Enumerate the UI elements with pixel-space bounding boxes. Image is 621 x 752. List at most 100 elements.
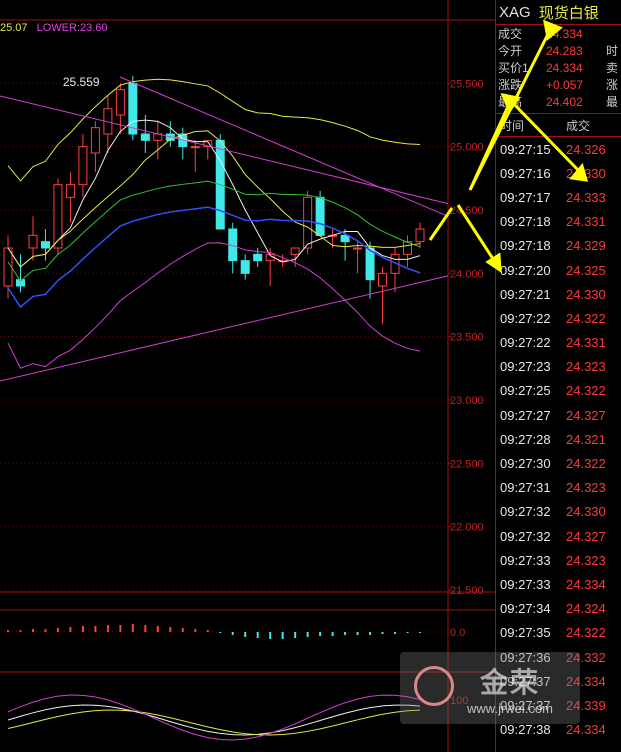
candle-body <box>40 241 50 249</box>
boll-lower-line <box>7 242 421 369</box>
quote-symbol: XAG <box>499 3 531 21</box>
tick-time: 09:27:28 <box>500 431 551 447</box>
tick-row: 09:27:20 24.325 <box>496 258 621 282</box>
candlestick-chart: 25.500 25.000 24.500 24.000 23.500 23.000 22.5… <box>0 0 495 752</box>
chart-area[interactable]: 25.500 25.000 24.500 24.000 23.500 23.000 22.5… <box>0 0 495 752</box>
candle-body <box>65 184 75 198</box>
tick-time: 09:27:27 <box>500 407 551 423</box>
tick-price: 24.323 <box>566 552 606 568</box>
tick-time: 09:27:34 <box>500 601 551 617</box>
y-tick-label: 25.500 <box>450 78 484 90</box>
tick-row: 09:27:32 24.330 <box>496 500 621 524</box>
tick-price: 24.334 <box>566 722 606 738</box>
tick-list[interactable]: 09:27:15 24.326 09:27:16 24.330 09:27:17 24.3… <box>496 137 621 742</box>
tick-time: 09:27:18 <box>500 214 551 230</box>
trend-line-upper-2 <box>119 76 449 217</box>
quote-row-value: 24.402 <box>546 94 583 109</box>
tick-row: 09:27:15 24.326 <box>496 137 621 161</box>
tick-price: 24.323 <box>566 359 606 375</box>
tick-price: 24.330 <box>566 286 606 302</box>
tick-row: 09:27:22 24.331 <box>496 331 621 355</box>
quote-row: 成交 24.334 <box>496 25 621 42</box>
quote-row-extra: 时 <box>606 44 618 58</box>
macd-axis-label: 0.0 <box>450 627 465 639</box>
tick-time: 09:27:17 <box>500 189 551 205</box>
tick-row: 09:27:23 24.323 <box>496 355 621 379</box>
tick-time: 09:27:32 <box>500 504 551 520</box>
candle-body <box>28 234 38 249</box>
candle-body <box>415 228 425 243</box>
quote-row-label: 成交 <box>498 27 523 41</box>
candle-body <box>190 146 200 149</box>
candle-body <box>115 89 125 116</box>
tick-row: 09:27:18 24.331 <box>496 210 621 234</box>
tick-time: 09:27:21 <box>500 286 551 302</box>
quote-row-label: 最高 <box>498 95 523 109</box>
tick-time: 09:27:22 <box>500 310 551 326</box>
tick-row: 09:27:33 24.323 <box>496 548 621 572</box>
watermark-url: www.jrwei.com <box>467 700 553 716</box>
quote-row: 涨跌 +0.057 涨 <box>496 76 621 93</box>
y-tick-label: 21.500 <box>450 585 484 597</box>
tick-time: 09:27:15 <box>500 141 551 157</box>
y-tick-label: 22.000 <box>450 522 484 534</box>
tick-price: 24.330 <box>566 165 606 181</box>
boll-legend: 25.07 LOWER:23.60 <box>0 22 108 34</box>
quote-row-label: 今开 <box>498 44 523 58</box>
tick-price: 24.325 <box>566 262 606 278</box>
tick-header-time: 时间 <box>500 118 525 133</box>
boll-upper-line <box>7 78 421 182</box>
tick-row: 09:27:27 24.327 <box>496 403 621 427</box>
watermark: 金荣 www.jrwei.com <box>400 652 580 724</box>
tick-price: 24.322 <box>566 383 606 399</box>
candle-body <box>140 133 150 141</box>
tick-row: 09:27:17 24.333 <box>496 185 621 209</box>
y-tick-label: 24.500 <box>450 205 484 217</box>
candle-body <box>340 234 350 243</box>
tick-header-price: 成交 <box>566 118 591 133</box>
quote-header: XAG 现货白银 <box>496 0 621 25</box>
tick-price: 24.322 <box>566 310 606 326</box>
candle-body <box>240 260 250 274</box>
candle-body <box>365 247 375 281</box>
tick-row: 09:27:33 24.334 <box>496 572 621 596</box>
quote-row: 买价1 24.334 卖 <box>496 59 621 76</box>
tick-price: 24.331 <box>566 214 606 230</box>
tick-time: 09:27:32 <box>500 528 551 544</box>
tick-price: 24.321 <box>566 431 606 447</box>
candle-body <box>315 196 325 236</box>
quote-row-label: 买价1 <box>498 61 529 75</box>
tick-price: 24.327 <box>566 528 606 544</box>
quote-row: 今开 24.283 时 <box>496 42 621 59</box>
tick-time: 09:27:35 <box>500 625 551 641</box>
quote-panel: XAG 现货白银 成交 24.334 今开 24.283 时买价1 24.334 卖涨跌 +0… <box>495 0 621 752</box>
tick-row: 09:27:34 24.324 <box>496 597 621 621</box>
tick-time: 09:27:16 <box>500 165 551 181</box>
tick-price: 24.323 <box>566 480 606 496</box>
quote-row-extra: 涨 <box>606 78 618 92</box>
tick-price: 24.326 <box>566 141 606 157</box>
candle-body <box>353 247 363 250</box>
tick-time: 09:27:38 <box>500 722 551 738</box>
tick-time: 09:27:20 <box>500 262 551 278</box>
tick-row: 09:27:30 24.322 <box>496 451 621 475</box>
watermark-logo-icon <box>414 666 454 706</box>
tick-time: 09:27:30 <box>500 456 551 472</box>
tick-price: 24.329 <box>566 238 606 254</box>
y-tick-label: 23.500 <box>450 332 484 344</box>
candle-body <box>253 253 263 262</box>
tick-row: 09:27:21 24.330 <box>496 282 621 306</box>
trend-line-lower <box>0 275 449 382</box>
legend-lower: LOWER:23.60 <box>36 22 108 34</box>
quote-row-value: 24.334 <box>546 26 583 41</box>
tick-row: 09:27:16 24.330 <box>496 161 621 185</box>
y-tick-label: 24.000 <box>450 268 484 280</box>
tick-time: 09:27:31 <box>500 480 551 496</box>
tick-row: 09:27:32 24.327 <box>496 524 621 548</box>
tick-time: 09:27:33 <box>500 552 551 568</box>
candle-body <box>378 272 388 287</box>
quote-stats: 成交 24.334 今开 24.283 时买价1 24.334 卖涨跌 +0.057 涨最高 24… <box>496 25 621 110</box>
kdj-d-line <box>7 709 421 736</box>
tick-row: 09:27:22 24.322 <box>496 306 621 330</box>
tick-price: 24.334 <box>566 576 606 592</box>
